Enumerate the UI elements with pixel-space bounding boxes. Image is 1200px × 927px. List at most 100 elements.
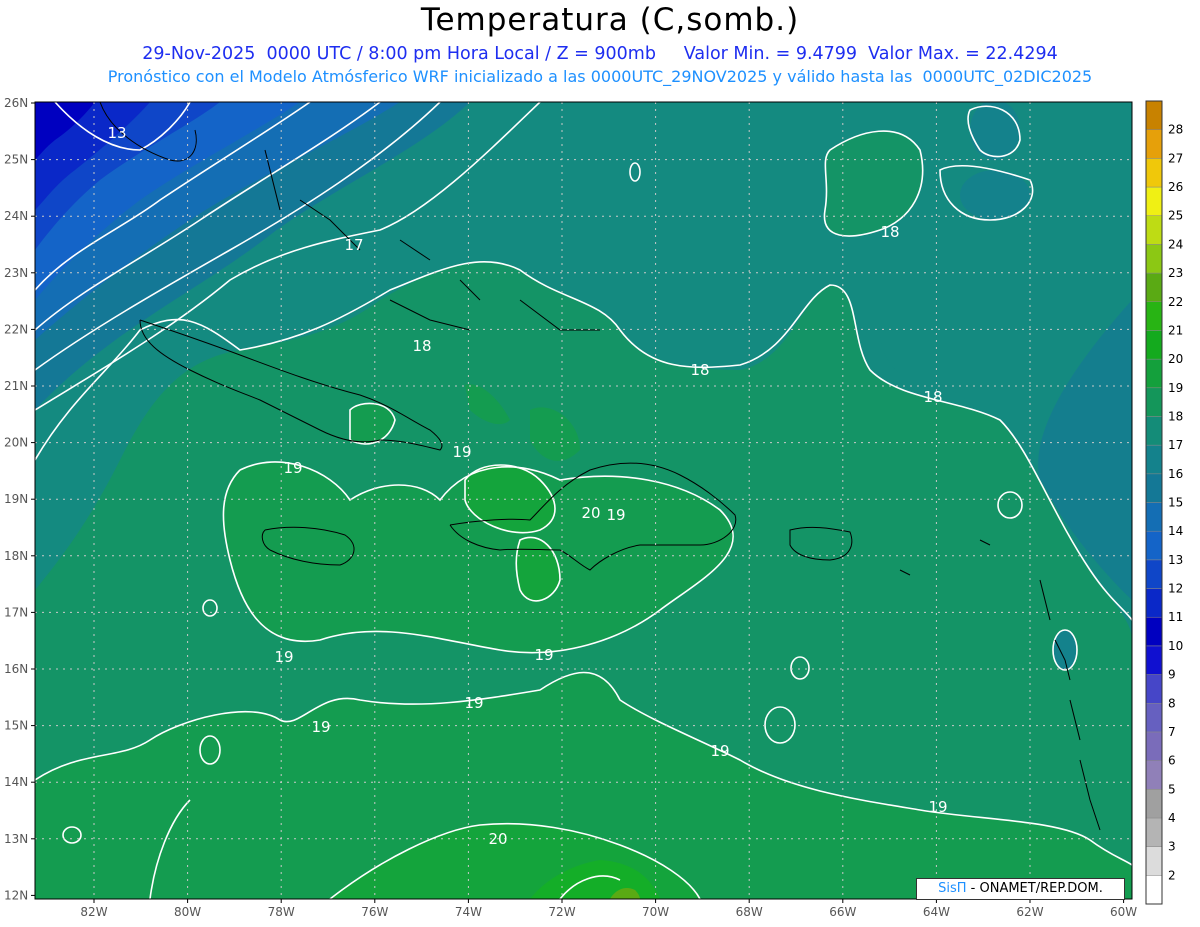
colorbar-swatch (1145, 559, 1163, 589)
contour-label: 18 (412, 337, 431, 355)
colorbar-swatch (1145, 301, 1163, 331)
lat-tick-label: 18N (4, 549, 28, 563)
lat-tick-label: 21N (4, 379, 28, 393)
lon-tick-label: 68W (736, 905, 763, 919)
colorbar-label: 20 (1168, 352, 1183, 366)
colorbar-label: 11 (1168, 610, 1183, 624)
lon-tick-label: 78W (268, 905, 295, 919)
colorbar-label: 9 (1168, 668, 1176, 682)
lat-tick-label: 20N (4, 436, 28, 450)
colorbar-swatch (1145, 588, 1163, 618)
colorbar-swatch (1145, 244, 1163, 274)
lat-tick-label: 25N (4, 153, 28, 167)
lon-tick-label: 62W (1016, 905, 1043, 919)
colorbar-label: 15 (1168, 496, 1183, 510)
contour-label: 19 (452, 443, 471, 461)
contour-label: 20 (488, 830, 507, 848)
contour-label: 19 (928, 798, 947, 816)
lat-tick-label: 24N (4, 209, 28, 223)
colorbar-swatch (1145, 817, 1163, 847)
colorbar-swatch (1145, 674, 1163, 704)
colorbar-label: 28 (1168, 123, 1183, 137)
lat-tick-label: 17N (4, 605, 28, 619)
lon-tick-label: 72W (548, 905, 575, 919)
lat-tick-label: 16N (4, 662, 28, 676)
colorbar-label: 2 (1168, 868, 1176, 882)
lat-tick-label: 12N (4, 888, 28, 902)
colorbar-label: 19 (1168, 381, 1183, 395)
lon-tick-label: 74W (455, 905, 482, 919)
colorbar-label: 16 (1168, 467, 1183, 481)
lon-tick-label: 66W (829, 905, 856, 919)
colorbar-swatch (1145, 444, 1163, 475)
lat-tick-label: 23N (4, 266, 28, 280)
contour-label: 19 (311, 718, 330, 736)
contour-label: 18 (690, 361, 709, 379)
colorbar-label: 23 (1168, 266, 1183, 280)
colorbar-labels: 2345678910111213141516171819202122232425… (1168, 123, 1183, 883)
colorbar-label: 26 (1168, 180, 1183, 194)
colorbar-label: 6 (1168, 754, 1176, 768)
colorbar-swatch (1145, 846, 1163, 876)
colorbar-label: 27 (1168, 151, 1183, 165)
contour-label: 19 (464, 694, 483, 712)
colorbar-label: 3 (1168, 840, 1176, 854)
colorbar-swatch (1145, 100, 1163, 130)
colorbar-label: 12 (1168, 582, 1183, 596)
colorbar-swatch (1145, 731, 1163, 761)
colorbar-swatch (1145, 616, 1163, 647)
colorbar-label: 10 (1168, 639, 1183, 653)
colorbar-label: 5 (1168, 782, 1176, 796)
colorbar-label: 7 (1168, 725, 1176, 739)
colorbar-label: 24 (1168, 237, 1183, 251)
latitude-labels: 26N 25N 24N 23N 22N 21N 20N 19N 18N 17N 16N 15N 14N 1… (4, 96, 35, 902)
colorbar-label: 18 (1168, 409, 1183, 423)
colorbar (1145, 100, 1163, 905)
colorbar-label: 22 (1168, 295, 1183, 309)
sis-logo-text: SisΠ (938, 881, 967, 896)
lat-tick-label: 15N (4, 719, 28, 733)
contour-label: 19 (534, 646, 553, 664)
colorbar-label: 21 (1168, 323, 1183, 337)
colorbar-label: 4 (1168, 811, 1176, 825)
lat-tick-label: 13N (4, 832, 28, 846)
contour-label: 19 (274, 648, 293, 666)
credit-text: - ONAMET/REP.DOM. (970, 881, 1103, 896)
credit-box: SisΠ - ONAMET/REP.DOM. (916, 878, 1125, 900)
lat-tick-label: 22N (4, 322, 28, 336)
colorbar-swatch (1145, 703, 1163, 733)
colorbar-swatch (1145, 760, 1163, 790)
lon-tick-label: 70W (642, 905, 669, 919)
colorbar-swatch (1145, 158, 1163, 188)
colorbar-swatch (1145, 272, 1163, 303)
lon-tick-label: 64W (923, 905, 950, 919)
contour-label: 13 (107, 124, 126, 142)
colorbar-swatch (1145, 387, 1163, 417)
contour-label: 19 (606, 506, 625, 524)
colorbar-swatch (1145, 473, 1163, 503)
contour-label: 18 (880, 223, 899, 241)
colorbar-swatch (1145, 645, 1163, 675)
colorbar-swatch (1145, 530, 1163, 561)
contour-label: 20 (581, 504, 600, 522)
lon-tick-label: 76W (361, 905, 388, 919)
colorbar-label: 13 (1168, 553, 1183, 567)
colorbar-swatch (1145, 330, 1163, 360)
colorbar-swatch (1145, 358, 1163, 389)
contour-label: 19 (710, 742, 729, 760)
lat-tick-label: 26N (4, 96, 28, 110)
colorbar-label: 14 (1168, 524, 1183, 538)
lon-tick-label: 80W (174, 905, 201, 919)
colorbar-label: 17 (1168, 438, 1183, 452)
contour-label: 17 (344, 236, 363, 254)
contour-label: 18 (923, 388, 942, 406)
lat-tick-label: 14N (4, 775, 28, 789)
longitude-labels: 82W 80W 78W 76W 74W 72W 70W 68W 66W 64W 62W 60W (80, 899, 1137, 919)
lon-tick-label: 82W (80, 905, 107, 919)
colorbar-label: 8 (1168, 696, 1176, 710)
colorbar-swatch (1145, 502, 1163, 532)
colorbar-swatch (1145, 129, 1163, 159)
colorbar-label: 25 (1168, 209, 1183, 223)
lon-tick-label: 60W (1110, 905, 1137, 919)
temperature-map: 131718181818191919 1919191919202019 26N25… (4, 96, 1183, 919)
